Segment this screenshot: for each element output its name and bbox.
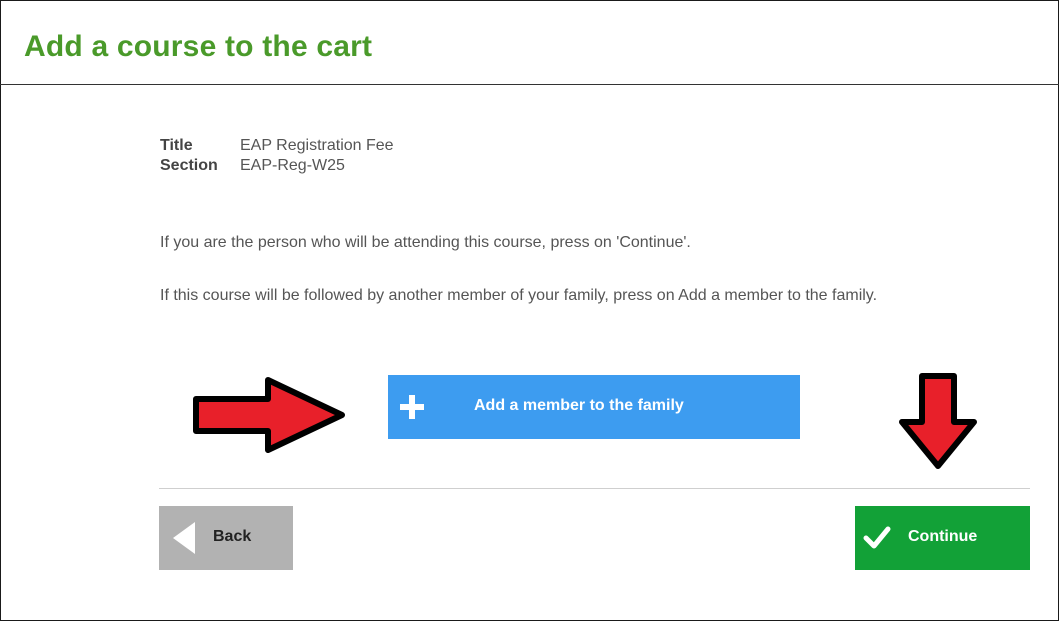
checkmark-icon	[863, 526, 891, 549]
page-title: Add a course to the cart	[24, 30, 373, 63]
back-label: Back	[213, 528, 252, 545]
course-section-label: Section	[160, 157, 218, 174]
family-member-message: If this course will be followed by anoth…	[160, 287, 878, 304]
plus-icon	[400, 395, 424, 419]
add-member-button[interactable]: Add a member to the family	[388, 375, 800, 439]
red-arrow-right-icon	[193, 377, 345, 453]
red-arrow-down-icon	[899, 373, 977, 469]
add-member-label: Add a member to the family	[474, 397, 684, 414]
back-button[interactable]: Back	[159, 506, 293, 570]
course-title-label: Title	[160, 137, 193, 154]
course-title-row: Title EAP Registration Fee	[160, 137, 394, 155]
course-section-value: EAP-Reg-W25	[240, 157, 345, 174]
actions-divider	[159, 488, 1030, 489]
course-title-value: EAP Registration Fee	[240, 137, 394, 154]
title-divider	[0, 84, 1059, 85]
triangle-left-icon	[173, 522, 195, 554]
continue-label: Continue	[908, 528, 978, 545]
course-section-row: Section EAP-Reg-W25	[160, 157, 345, 175]
self-attendance-message: If you are the person who will be attend…	[160, 234, 691, 251]
continue-button[interactable]: Continue	[855, 506, 1030, 570]
